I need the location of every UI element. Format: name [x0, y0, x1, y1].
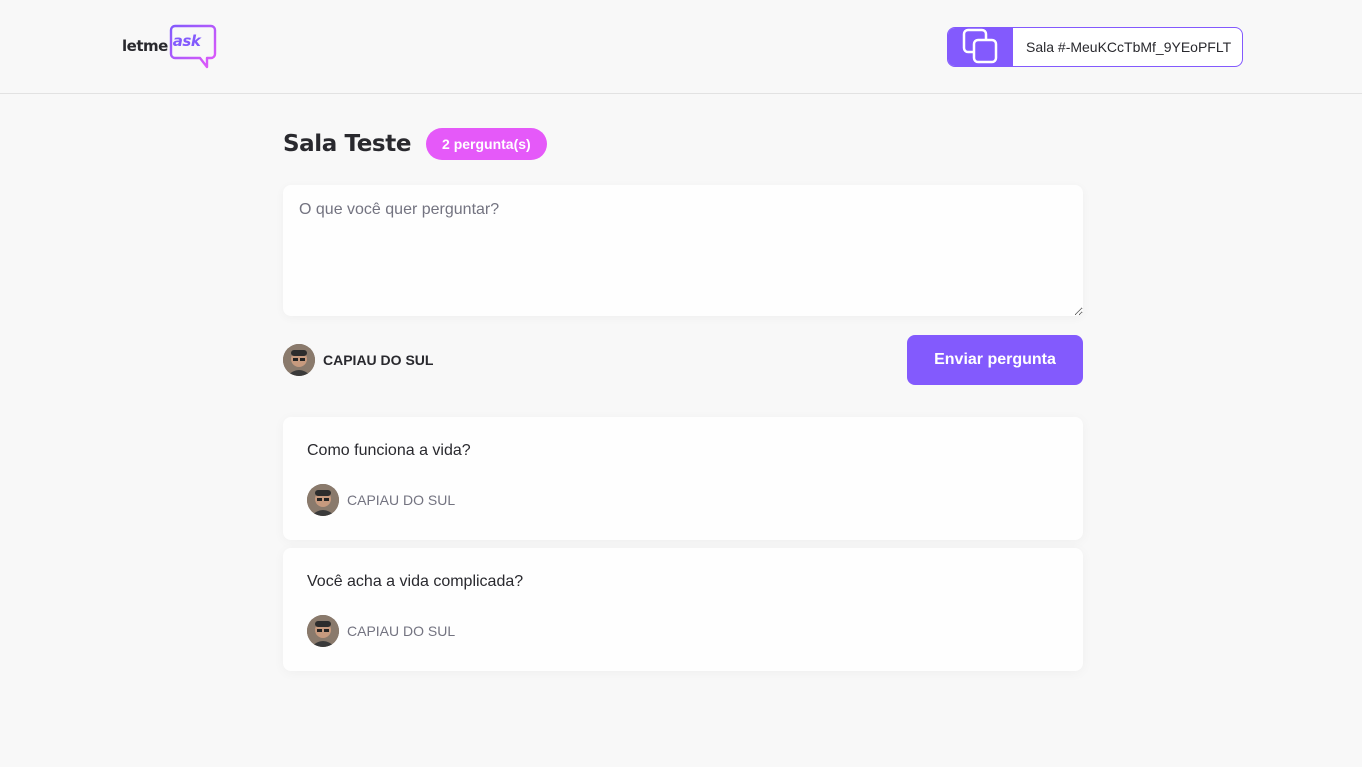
avatar [307, 484, 339, 516]
room-title-row: Sala Teste 2 pergunta(s) [283, 127, 547, 161]
question-list: Como funciona a vida? CAPIAU DO SUL Você… [283, 417, 1083, 679]
top-bar: letme ask Sala #-MeuKCcTbMf_9YEoPFLT [0, 0, 1362, 94]
avatar [283, 344, 315, 376]
question-card: Como funciona a vida? CAPIAU DO SUL [283, 417, 1083, 540]
author-name: CAPIAU DO SUL [347, 623, 456, 639]
copy-icon [962, 28, 997, 64]
chat-bubble-icon: ask [169, 23, 217, 69]
logo-text: letme [122, 37, 168, 55]
room-title: Sala Teste [283, 131, 412, 157]
logo-accent-text: ask [172, 32, 201, 50]
copy-room-code-button[interactable]: Sala #-MeuKCcTbMf_9YEoPFLT [947, 27, 1243, 67]
question-count-badge: 2 pergunta(s) [426, 128, 547, 160]
send-question-button[interactable]: Enviar pergunta [907, 335, 1083, 385]
user-name: CAPIAU DO SUL [323, 352, 434, 368]
author-name: CAPIAU DO SUL [347, 492, 456, 508]
question-textarea[interactable] [283, 185, 1083, 316]
question-author: CAPIAU DO SUL [307, 615, 455, 647]
copy-icon-box [948, 28, 1013, 66]
form-footer: CAPIAU DO SUL Enviar pergunta [283, 335, 1083, 385]
letmeask-logo[interactable]: letme ask [122, 22, 217, 70]
room-code-text: Sala #-MeuKCcTbMf_9YEoPFLT [1026, 39, 1232, 55]
avatar [307, 615, 339, 647]
user-info: CAPIAU DO SUL [283, 344, 433, 376]
question-text: Você acha a vida complicada? [307, 573, 524, 590]
question-text: Como funciona a vida? [307, 442, 471, 459]
question-author: CAPIAU DO SUL [307, 484, 455, 516]
question-card: Você acha a vida complicada? CAPIAU DO S… [283, 548, 1083, 671]
